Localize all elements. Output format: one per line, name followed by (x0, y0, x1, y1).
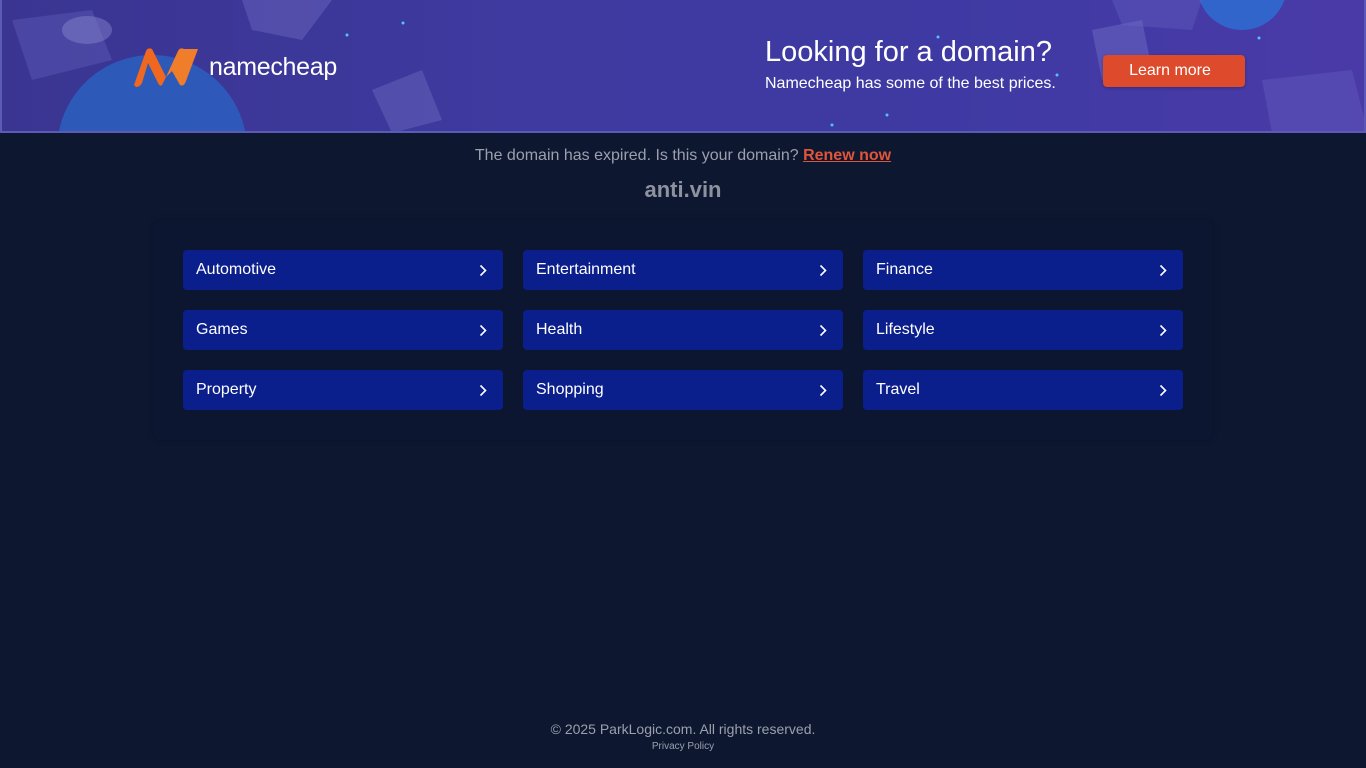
category-label: Shopping (536, 381, 604, 398)
expired-notice-text: The domain has expired. Is this your dom… (474, 147, 804, 164)
expired-notice: The domain has expired. Is this your dom… (0, 146, 1366, 166)
promo-subtitle: Namecheap has some of the best prices. (765, 75, 1056, 92)
category-link-lifestyle[interactable]: Lifestyle (863, 310, 1183, 350)
category-link-shopping[interactable]: Shopping (523, 370, 843, 410)
category-link-finance[interactable]: Finance (863, 250, 1183, 290)
category-link-games[interactable]: Games (183, 310, 503, 350)
category-link-health[interactable]: Health (523, 310, 843, 350)
promo-text: Looking for a domain? Namecheap has some… (765, 35, 1056, 95)
chevron-right-icon (1159, 264, 1167, 277)
chevron-right-icon (479, 384, 487, 397)
chevron-right-icon (1159, 324, 1167, 337)
namecheap-logo-icon (134, 48, 198, 87)
chevron-right-icon (819, 384, 827, 397)
chevron-right-icon (819, 324, 827, 337)
domain-name: anti.vin (644, 177, 722, 202)
chevron-right-icon (479, 264, 487, 277)
category-link-entertainment[interactable]: Entertainment (523, 250, 843, 290)
category-link-travel[interactable]: Travel (863, 370, 1183, 410)
namecheap-logo[interactable]: namecheap (132, 47, 337, 87)
category-label: Lifestyle (876, 321, 935, 338)
category-label: Health (536, 321, 583, 338)
category-label: Automotive (196, 261, 277, 278)
category-label: Games (196, 321, 248, 338)
category-label: Travel (876, 381, 920, 398)
category-link-automotive[interactable]: Automotive (183, 250, 503, 290)
chevron-right-icon (1159, 384, 1167, 397)
category-link-property[interactable]: Property (183, 370, 503, 410)
category-label: Property (196, 381, 257, 398)
chevron-right-icon (819, 264, 827, 277)
learn-more-button[interactable]: Learn more (1103, 55, 1245, 87)
category-label: Finance (876, 261, 933, 278)
renew-now-link[interactable]: Renew now (803, 147, 891, 164)
chevron-right-icon (479, 324, 487, 337)
privacy-policy-link[interactable]: Privacy Policy (0, 740, 1366, 754)
footer-copyright: © 2025 ParkLogic.com. All rights reserve… (550, 721, 816, 737)
category-label: Entertainment (536, 261, 636, 278)
category-panel: Automotive Entertainment Finance Games H… (153, 220, 1213, 440)
promo-banner: namecheap Looking for a domain? Namechea… (0, 0, 1366, 133)
promo-title: Looking for a domain? (765, 36, 1052, 68)
logo-wordmark: namecheap (209, 52, 337, 81)
